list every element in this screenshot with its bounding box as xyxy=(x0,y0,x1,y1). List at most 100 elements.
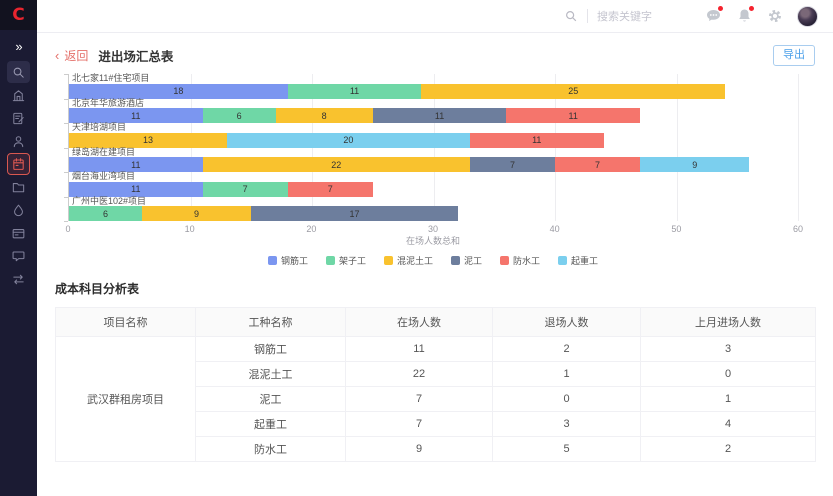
sidebar-item-card[interactable] xyxy=(7,222,30,244)
bar-segment-混泥土工[interactable]: 13 xyxy=(69,133,227,148)
table-cell: 0 xyxy=(493,387,641,412)
app-window: C » 搜索关键字 xyxy=(0,0,833,496)
legend-label: 钢筋工 xyxy=(281,254,308,267)
export-button[interactable]: 导出 xyxy=(773,45,815,66)
bar-segment-架子工[interactable]: 11 xyxy=(288,84,422,99)
chart-y-tick xyxy=(64,123,68,124)
table-cell: 0 xyxy=(641,362,816,387)
table-cell: 2 xyxy=(641,437,816,462)
back-link[interactable]: ‹ 返回 xyxy=(55,47,98,64)
chart-y-tick xyxy=(64,74,68,75)
bar-segment-起重工[interactable]: 20 xyxy=(227,133,470,148)
page-title: 进出场汇总表 xyxy=(98,46,173,65)
chart-category-label: 北七家11#住宅项目 xyxy=(69,74,798,84)
sidebar-item-search[interactable] xyxy=(7,61,30,83)
messages-button[interactable] xyxy=(704,8,722,24)
sidebar-item-schedule[interactable] xyxy=(7,153,30,175)
topbar-actions xyxy=(704,6,818,27)
bar-segment-泥工[interactable]: 7 xyxy=(470,157,555,172)
search-input[interactable]: 搜索关键字 xyxy=(564,8,652,24)
bar-segment-混泥土工[interactable]: 9 xyxy=(142,206,251,221)
avatar[interactable] xyxy=(797,6,818,27)
legend-label: 起重工 xyxy=(571,254,598,267)
sidebar-item-folder[interactable] xyxy=(7,176,30,198)
project-name-cell: 武汉群租房项目 xyxy=(56,337,196,462)
table-cell: 4 xyxy=(641,412,816,437)
bar-segment-混泥土工[interactable]: 22 xyxy=(203,157,470,172)
bar-segment-架子工[interactable]: 6 xyxy=(203,108,276,123)
search-divider xyxy=(587,9,588,23)
table-cell: 2 xyxy=(493,337,641,362)
x-tick-label: 50 xyxy=(671,224,681,234)
bar-segment-防水工[interactable]: 11 xyxy=(506,108,640,123)
transfer-icon xyxy=(11,272,26,287)
legend-swatch xyxy=(451,256,460,265)
settings-button[interactable] xyxy=(766,8,784,24)
legend-item-钢筋工[interactable]: 钢筋工 xyxy=(268,254,308,267)
bar-segment-泥工[interactable]: 11 xyxy=(373,108,507,123)
chart-bar: 132011 xyxy=(69,133,798,148)
legend-item-起重工[interactable]: 起重工 xyxy=(558,254,598,267)
x-tick-label: 60 xyxy=(793,224,803,234)
bar-segment-混泥土工[interactable]: 8 xyxy=(276,108,373,123)
sidebar-item-user[interactable] xyxy=(7,130,30,152)
chart-legend: 钢筋工 架子工 混泥土工 泥工 防水工 起重工 xyxy=(68,254,798,267)
bar-segment-钢筋工[interactable]: 11 xyxy=(69,108,203,123)
legend-label: 泥工 xyxy=(464,254,482,267)
table-cell: 9 xyxy=(346,437,493,462)
folder-icon xyxy=(11,180,26,195)
sidebar-item-chat[interactable] xyxy=(7,245,30,267)
bar-segment-防水工[interactable]: 7 xyxy=(288,182,373,197)
chart-bar: 6917 xyxy=(69,206,798,221)
table-cell: 5 xyxy=(493,437,641,462)
cost-analysis-table: 项目名称工种名称在场人数退场人数上月进场人数 武汉群租房项目钢筋工1123混泥土… xyxy=(55,307,816,462)
table-section: 成本科目分析表 项目名称工种名称在场人数退场人数上月进场人数 武汉群租房项目钢筋… xyxy=(55,280,815,462)
search-icon xyxy=(564,9,578,23)
chart-bar: 11681111 xyxy=(69,108,798,123)
sidebar-expand-button[interactable]: » xyxy=(15,39,21,54)
sidebar-item-building[interactable] xyxy=(7,84,30,106)
topbar: 搜索关键字 xyxy=(37,0,833,33)
user-icon xyxy=(11,134,26,149)
bar-segment-混泥土工[interactable]: 25 xyxy=(421,84,725,99)
page-content: ‹ 返回 进出场汇总表 导出 北七家11#住宅项目181125北京年华旅游酒店1… xyxy=(37,33,833,496)
chart-bar: 181125 xyxy=(69,84,798,99)
legend-swatch xyxy=(268,256,277,265)
legend-item-防水工[interactable]: 防水工 xyxy=(500,254,540,267)
chart-plot: 北七家11#住宅项目181125北京年华旅游酒店11681111天津培湖项目13… xyxy=(68,74,798,221)
x-tick-label: 30 xyxy=(428,224,438,234)
x-tick-label: 10 xyxy=(185,224,195,234)
legend-swatch xyxy=(558,256,567,265)
sidebar-item-document[interactable] xyxy=(7,107,30,129)
chart-category-label: 北京年华旅游酒店 xyxy=(69,99,798,109)
bar-segment-泥工[interactable]: 17 xyxy=(251,206,458,221)
table-cell: 3 xyxy=(493,412,641,437)
app-logo: C xyxy=(0,0,37,30)
chart-row: 天津培湖项目132011 xyxy=(69,123,798,148)
sidebar-item-transfer[interactable] xyxy=(7,268,30,290)
legend-item-架子工[interactable]: 架子工 xyxy=(326,254,366,267)
bar-segment-防水工[interactable]: 11 xyxy=(470,133,604,148)
table-column-header: 在场人数 xyxy=(346,308,493,337)
bar-segment-架子工[interactable]: 6 xyxy=(69,206,142,221)
bar-segment-架子工[interactable]: 7 xyxy=(203,182,288,197)
legend-swatch xyxy=(326,256,335,265)
bar-segment-防水工[interactable]: 7 xyxy=(555,157,640,172)
legend-label: 混泥土工 xyxy=(397,254,433,267)
notifications-button[interactable] xyxy=(735,8,753,24)
legend-item-混泥土工[interactable]: 混泥土工 xyxy=(384,254,433,267)
sidebar-item-droplet[interactable] xyxy=(7,199,30,221)
bar-segment-钢筋工[interactable]: 18 xyxy=(69,84,288,99)
table-cell: 7 xyxy=(346,387,493,412)
chart-y-tick xyxy=(64,172,68,173)
bar-segment-起重工[interactable]: 9 xyxy=(640,157,749,172)
legend-item-泥工[interactable]: 泥工 xyxy=(451,254,482,267)
bar-segment-钢筋工[interactable]: 11 xyxy=(69,157,203,172)
bar-segment-钢筋工[interactable]: 11 xyxy=(69,182,203,197)
chart-category-label: 烟台海业湾项目 xyxy=(69,172,798,182)
table-cell: 泥工 xyxy=(196,387,346,412)
chart-x-axis-label: 在场人数总和 xyxy=(68,234,798,247)
building-icon xyxy=(11,88,26,103)
table-column-header: 项目名称 xyxy=(56,308,196,337)
stacked-bar-chart: 北七家11#住宅项目181125北京年华旅游酒店11681111天津培湖项目13… xyxy=(55,74,815,267)
